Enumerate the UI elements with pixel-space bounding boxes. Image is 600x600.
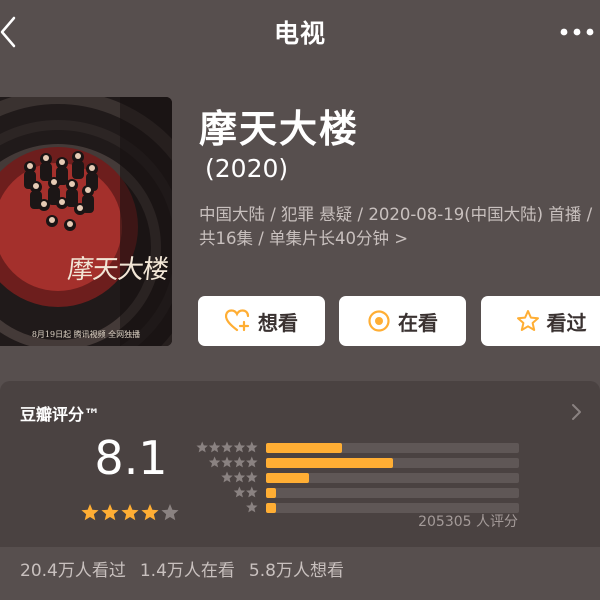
rating-bar-fill [266,473,309,483]
star-rank-icon [233,486,258,498]
star-rank-icon [208,456,258,468]
stat-watching: 1.4万人在看 [139,561,235,581]
watched-button-label: 看过 [546,310,587,335]
star-icon [233,486,246,498]
poster-title-art: 摩天大楼 [66,255,170,285]
star-icon [233,456,246,468]
star-icon [208,456,221,468]
want-button[interactable]: 想看 [198,296,325,346]
stats-row: 20.4万人看过 1.4万人在看 5.8万人想看 [20,556,358,581]
rating-count: 205305 人评分 [418,514,518,530]
movie-title: 摩天大楼 [199,107,360,151]
rating-bar-fill [266,443,342,453]
watching-button[interactable]: 在看 [339,296,466,346]
poster-image[interactable]: 摩天大楼 8月19日起 腾讯视频 全网独播 [0,97,172,346]
stat-want: 5.8万人想看 [248,561,344,581]
rating-card[interactable]: 豆瓣评分™ 8.1 205305 人评分 [0,381,600,547]
rating-distribution-row [0,456,560,470]
top-bar: 电视 [0,0,600,64]
movie-meta[interactable]: 中国大陆 / 犯罪 悬疑 / 2020-08-19(中国大陆) 首播 / 共16… [199,203,594,251]
star-rank-icon [221,471,258,483]
rating-distribution-row [0,486,560,500]
star-outline-icon [516,310,539,331]
star-icon [208,441,221,453]
star-rank-icon [246,501,258,513]
rating-bar-fill [266,458,393,468]
watched-button[interactable]: 看过 [481,296,600,346]
star-icon [221,441,233,453]
heart-plus-icon [225,309,250,332]
rating-bar-track [266,488,519,498]
star-icon [246,471,258,483]
stat-watched: 20.4万人看过 [20,561,126,581]
poster-caption: 8月19日起 腾讯视频 全网独播 [31,330,141,339]
movie-year: (2020) [205,154,289,183]
rating-bar-fill [266,488,276,498]
star-icon [246,486,258,498]
poster-artwork [0,97,172,346]
chevron-right-icon[interactable] [570,403,582,421]
rating-distribution-row [0,471,560,485]
star-icon [233,471,246,483]
star-rank-icon [196,441,258,453]
more-dots-icon[interactable] [556,22,600,42]
star-icon [246,501,258,513]
star-icon [246,456,258,468]
star-icon [221,471,233,483]
rating-label: 豆瓣评分™ [20,405,101,424]
rating-bar-fill [266,503,276,513]
star-icon [246,441,258,453]
star-icon [233,441,246,453]
target-icon [368,310,390,332]
chevron-right-icon: > [394,229,409,248]
star-icon [221,456,233,468]
page-title: 电视 [273,19,326,48]
star-icon [196,441,208,453]
watching-button-label: 在看 [398,310,438,335]
rating-distribution-row [0,441,560,455]
want-button-label: 想看 [258,310,298,335]
